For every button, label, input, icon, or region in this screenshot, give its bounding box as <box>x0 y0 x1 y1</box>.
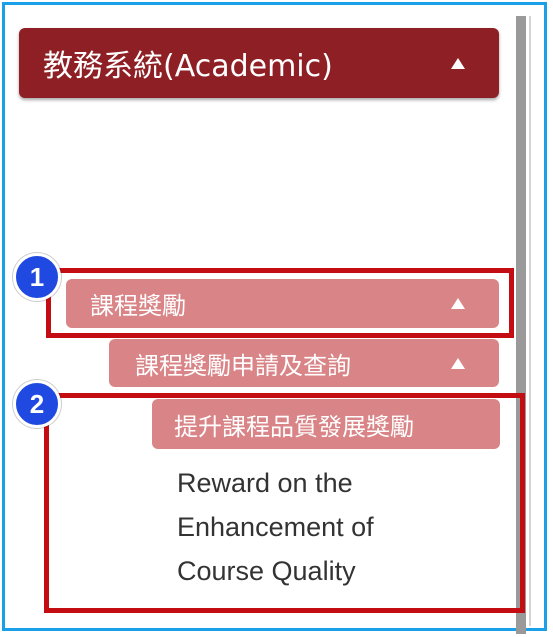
menu-academic[interactable]: 教務系統(Academic) <box>19 28 499 98</box>
scrollbar-track <box>529 16 531 626</box>
highlight-box-2 <box>44 393 525 613</box>
collapse-up-icon <box>451 57 465 69</box>
highlight-box-1 <box>46 268 514 338</box>
menu-course-reward-apply[interactable]: 課程獎勵申請及查詢 <box>109 339 499 387</box>
menu-academic-label: 教務系統(Academic) <box>43 49 333 84</box>
step-badge-2: 2 <box>13 380 61 428</box>
step-badge-1: 1 <box>13 253 61 301</box>
collapse-up-icon <box>451 357 465 369</box>
menu-course-reward-apply-label: 課程獎勵申請及查詢 <box>135 351 351 380</box>
